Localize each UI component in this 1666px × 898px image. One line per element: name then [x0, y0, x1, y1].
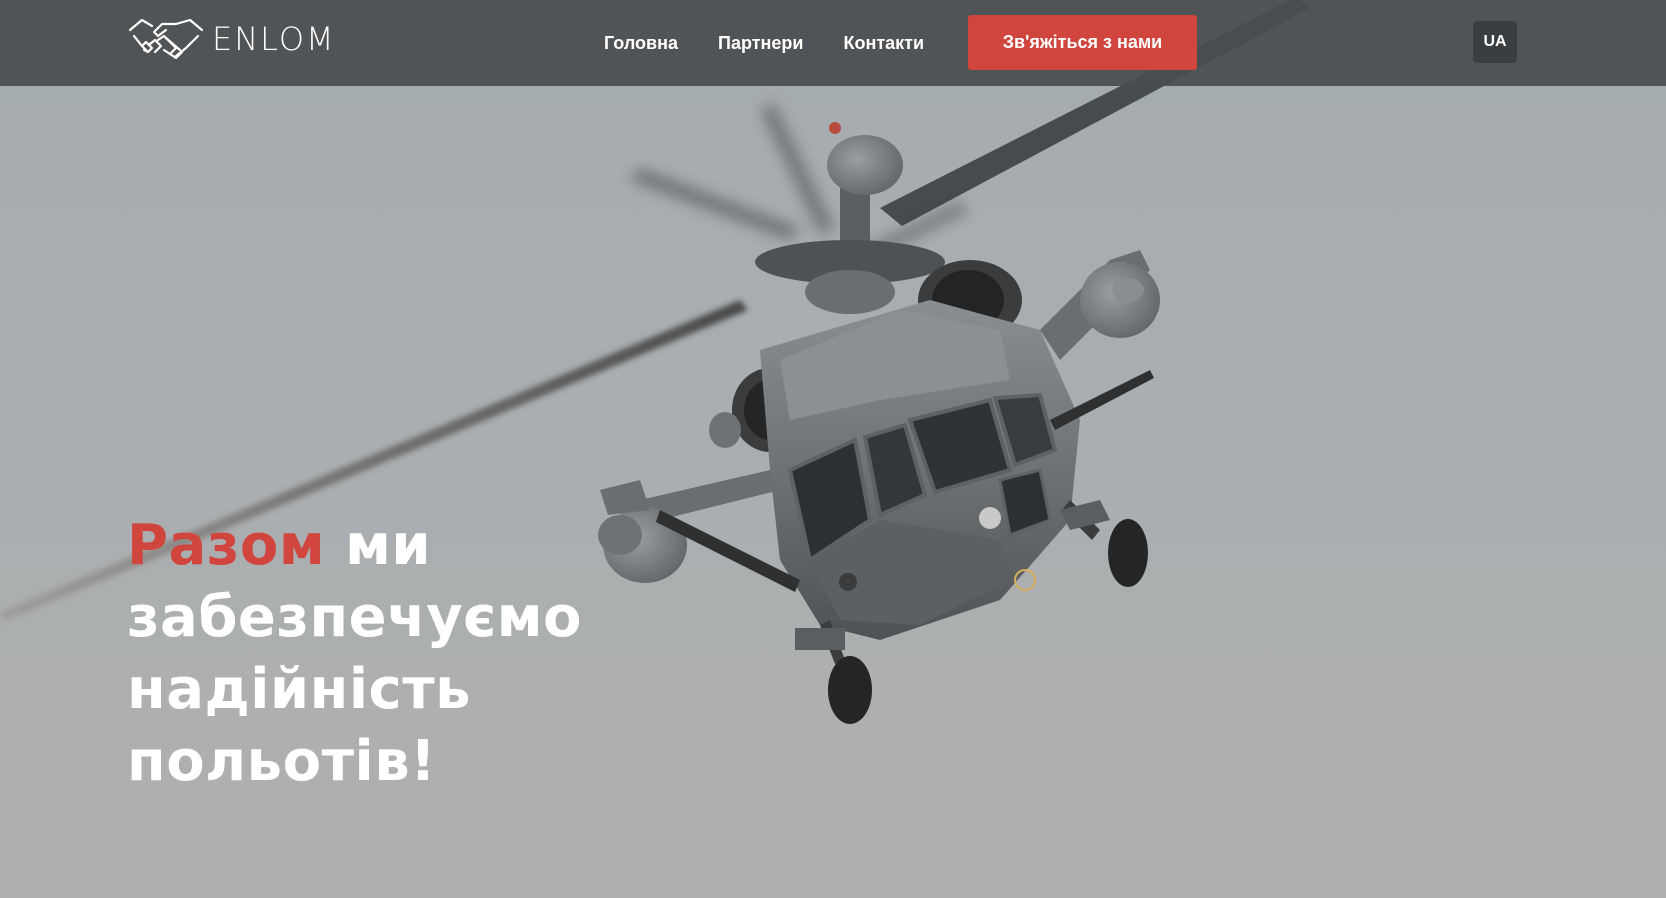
headline-line-1-rest: ми [325, 513, 432, 578]
nav-item-partners[interactable]: Партнери [718, 33, 803, 54]
logo[interactable]: ENLOM [128, 14, 336, 64]
headline-line-1: Разом ми [127, 510, 687, 582]
nav-item-contacts[interactable]: Контакти [843, 33, 924, 54]
handshake-icon [128, 16, 204, 62]
headline-accent: Разом [127, 513, 326, 578]
site-header: ENLOM Головна Партнери Контакти Зв'яжіть… [0, 0, 1666, 86]
nav-item-home[interactable]: Головна [604, 33, 678, 54]
headline-line-4: польотів! [127, 729, 437, 794]
contact-us-button[interactable]: Зв'яжіться з нами [968, 15, 1197, 70]
brand-name: ENLOM [212, 20, 336, 58]
language-switcher[interactable]: UA [1473, 21, 1517, 63]
headline-line-3: надійність [127, 657, 472, 722]
main-nav: Головна Партнери Контакти [604, 0, 964, 86]
headline-line-2: забезпечуємо [127, 585, 583, 650]
hero-headline: Разом ми забезпечуємо надійність польоті… [127, 510, 687, 798]
